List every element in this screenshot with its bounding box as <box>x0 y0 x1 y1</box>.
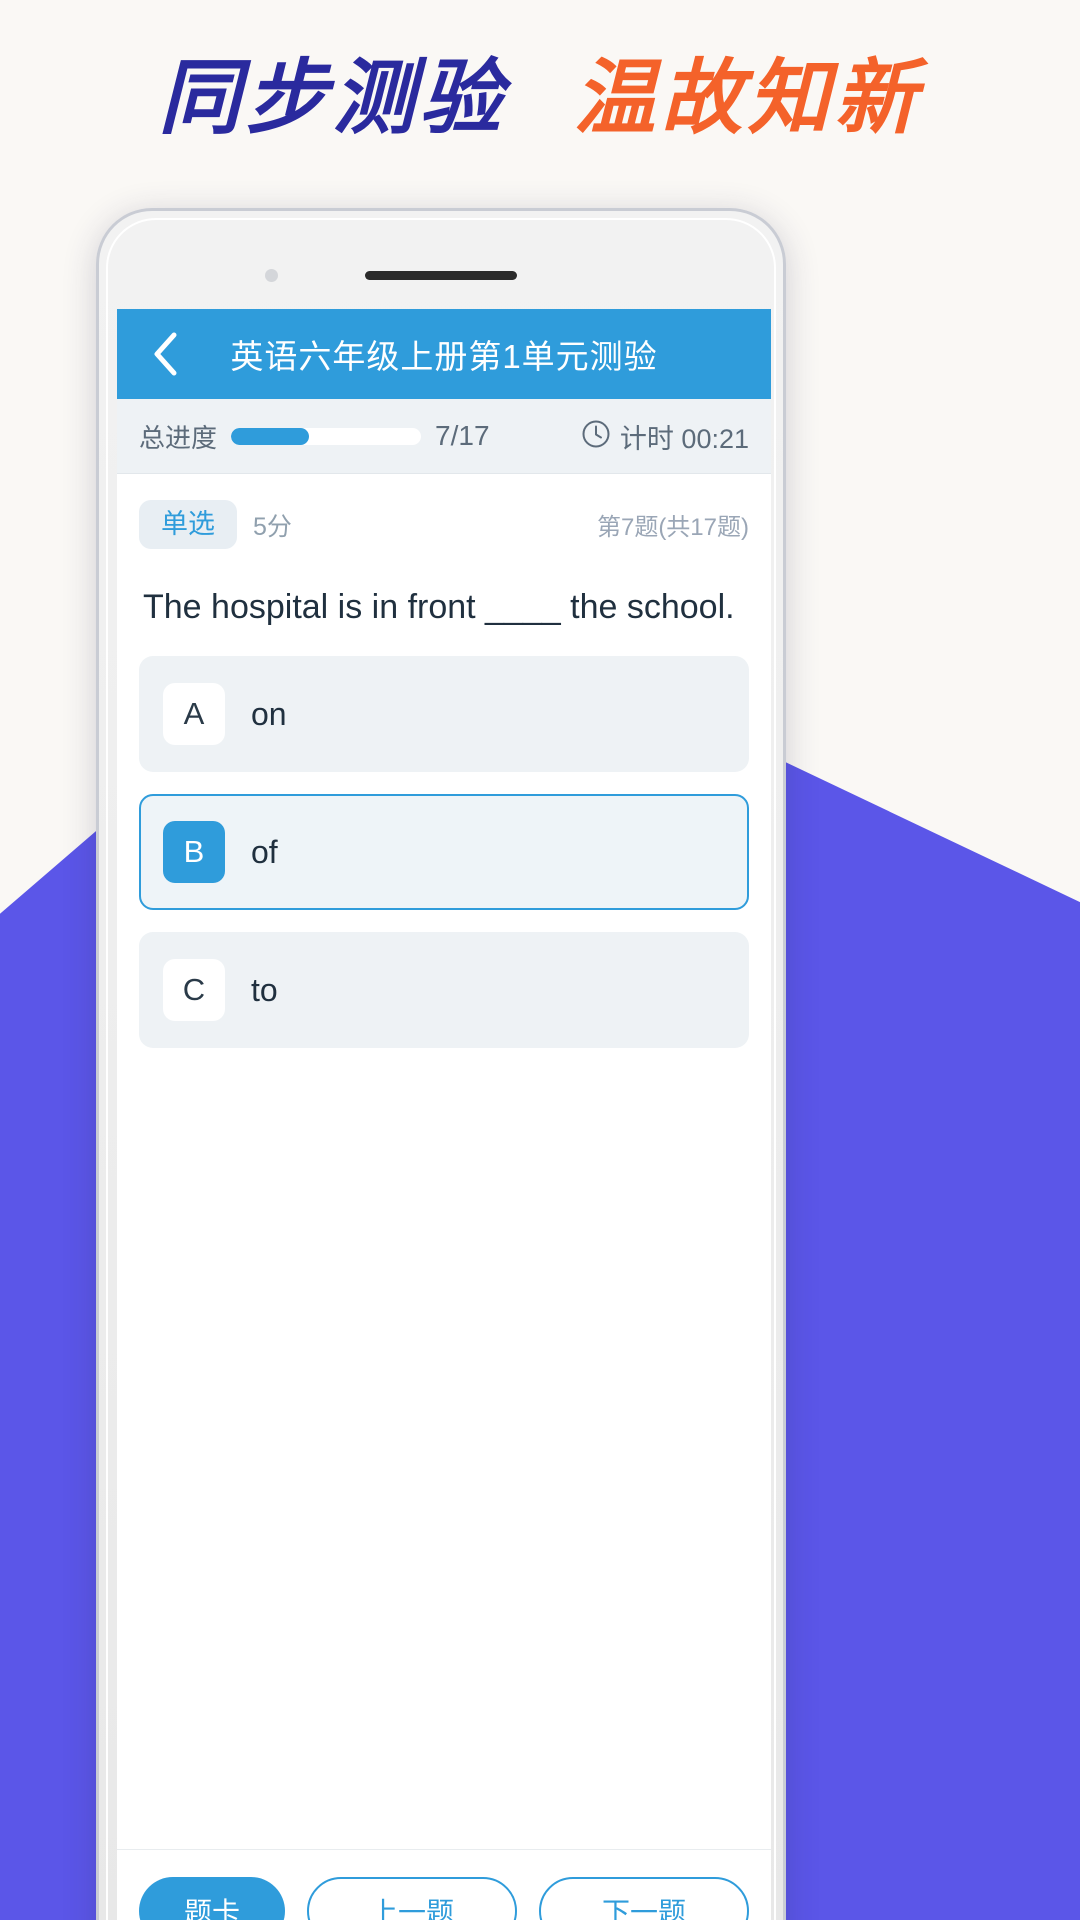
option-letter-badge: A <box>163 683 225 746</box>
option-text: to <box>251 971 278 1008</box>
question-index: 第7题(共17题) <box>596 514 749 541</box>
app-header: 英语六年级上册第1单元测验 <box>117 309 771 399</box>
previous-question-button[interactable]: 上一题 <box>307 1876 517 1920</box>
option-text: on <box>251 695 287 732</box>
page-title: 英语六年级上册第1单元测验 <box>230 338 658 375</box>
headline-right-text: 温故知新 <box>573 53 922 144</box>
option-c[interactable]: Cto <box>139 932 749 1049</box>
option-text: of <box>251 833 278 870</box>
question-stem: The hospital is in front ____ the school… <box>143 588 735 626</box>
clock-icon <box>581 419 611 454</box>
question-card-button[interactable]: 题卡 <box>139 1876 285 1920</box>
headline-left-text: 同步测验 <box>158 53 507 144</box>
progress-row: 总进度 7/17 计时 00:21 <box>117 399 771 474</box>
timer: 计时 00:21 <box>581 417 749 456</box>
back-button[interactable] <box>139 328 191 380</box>
front-camera-icon <box>265 269 278 282</box>
bottom-action-bar: 题卡 上一题 下一题 <box>117 1849 771 1920</box>
progress-count: 7/17 <box>435 420 490 451</box>
phone-mockup: 英语六年级上册第1单元测验 总进度 7/17 计时 00:21 单选 5分 第7… <box>96 208 786 1920</box>
options-list: Aon Bof Cto <box>139 642 749 1049</box>
chevron-left-icon <box>152 332 178 376</box>
next-question-button[interactable]: 下一题 <box>539 1876 749 1920</box>
timer-text: 计时 00:21 <box>619 423 749 454</box>
promo-headline: 同步测验 温故知新 <box>0 58 1080 140</box>
option-b[interactable]: Bof <box>139 794 749 911</box>
question-meta-row: 单选 5分 第7题(共17题) <box>139 474 749 557</box>
progress-bar <box>231 427 422 445</box>
progress-bar-fill <box>231 427 309 445</box>
progress-label: 总进度 <box>139 422 218 453</box>
option-letter-badge: B <box>163 821 225 884</box>
option-letter-badge: C <box>163 959 225 1022</box>
decorative-shape-right <box>760 750 1080 1920</box>
earpiece-speaker <box>365 271 517 280</box>
question-score: 5分 <box>253 512 292 541</box>
app-screen: 英语六年级上册第1单元测验 总进度 7/17 计时 00:21 单选 5分 第7… <box>117 309 771 1920</box>
option-a[interactable]: Aon <box>139 656 749 773</box>
question-container: 单选 5分 第7题(共17题) The hospital is in front… <box>117 474 771 1049</box>
question-type-badge: 单选 <box>139 500 237 549</box>
